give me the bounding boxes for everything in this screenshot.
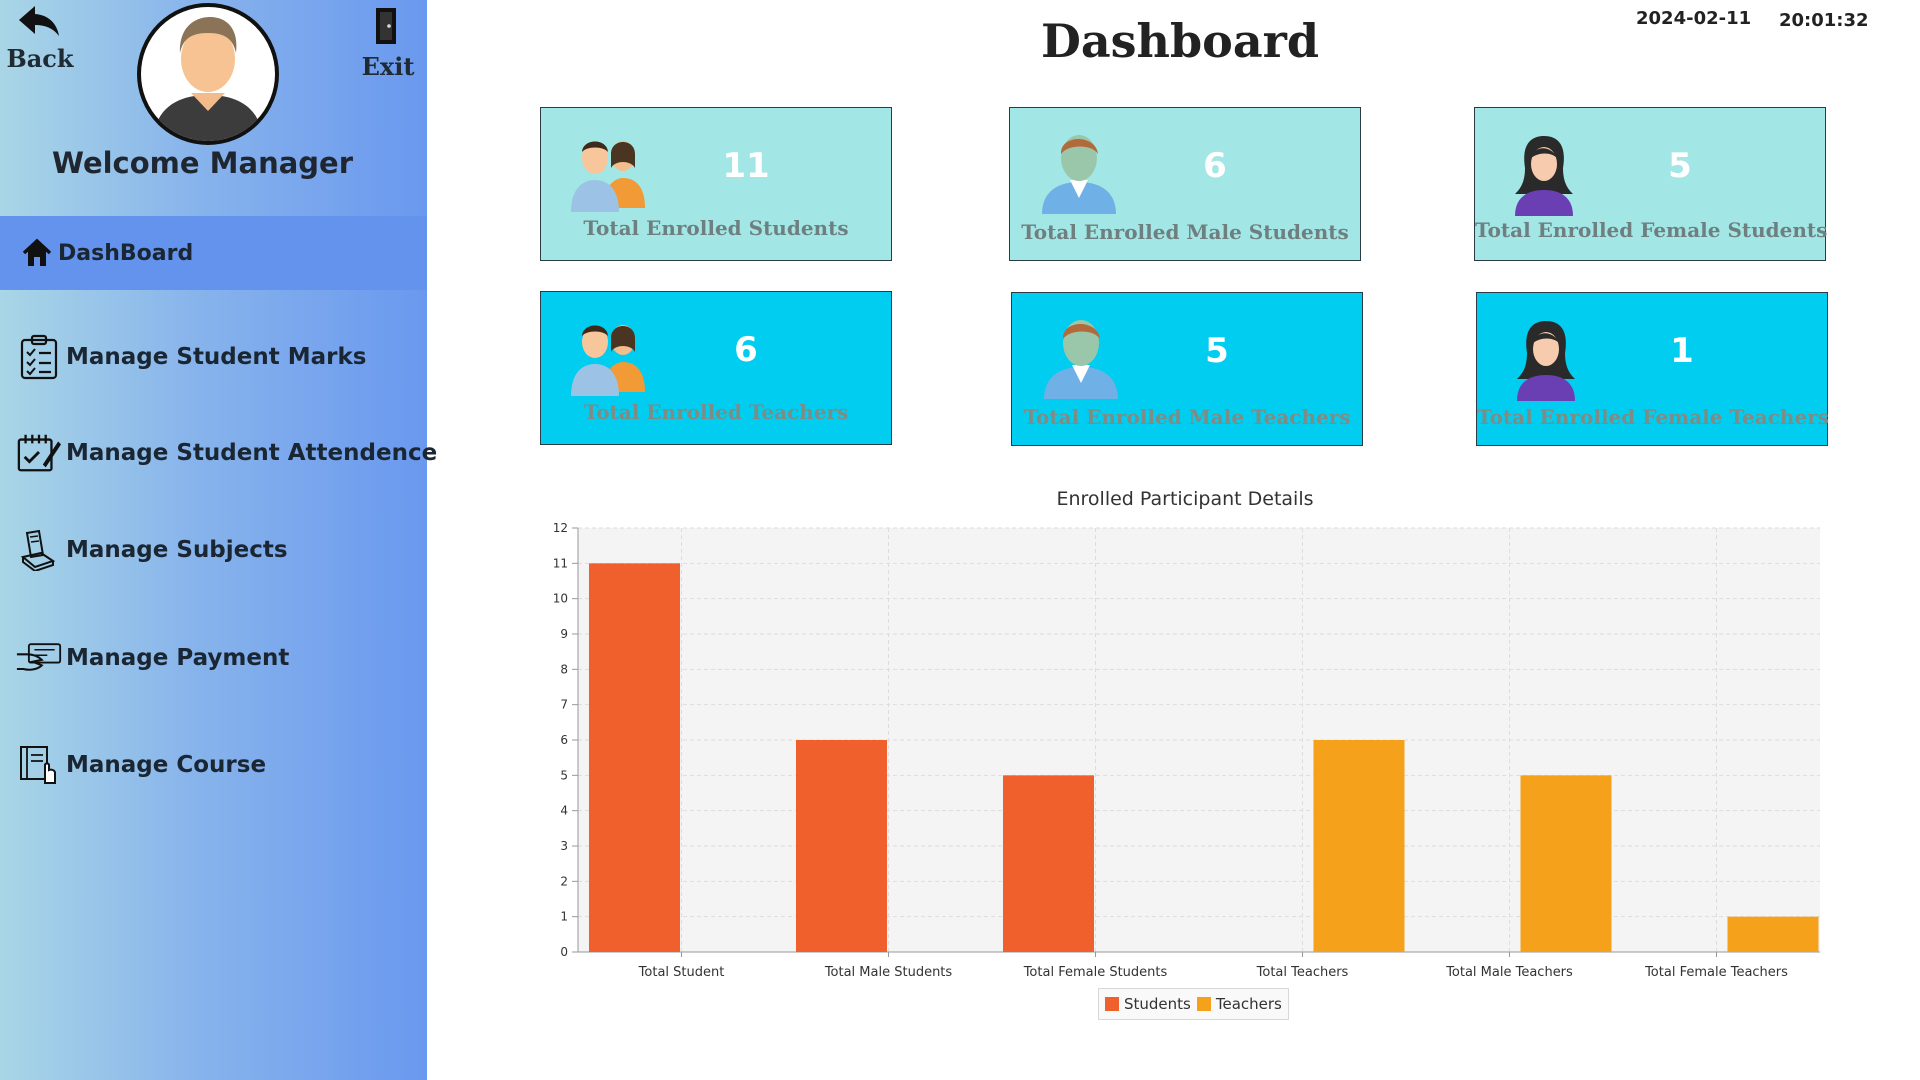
sidebar-item-label: Manage Student Attendence	[66, 440, 438, 466]
bar-teachers	[1727, 916, 1819, 952]
card-label: Total Enrolled Female Teachers	[1477, 405, 1829, 429]
bar-students	[589, 563, 680, 952]
chart-title: Enrolled Participant Details	[1056, 488, 1314, 510]
female-user-icon	[1499, 128, 1589, 218]
female-teachers-card[interactable]: 1 Total Enrolled Female Teachers	[1476, 292, 1829, 446]
back-label: Back	[6, 44, 74, 73]
back-button[interactable]: Back	[6, 4, 74, 73]
home-icon	[20, 230, 54, 276]
female-students-card[interactable]: 5 Total Enrolled Female Students	[1474, 107, 1828, 261]
avatar	[137, 3, 279, 145]
time-display: 20:01:32	[1779, 10, 1869, 31]
y-tick-label: 7	[560, 698, 568, 712]
card-value: 6	[734, 330, 758, 370]
total-teachers-card[interactable]: 6 Total Enrolled Teachers	[540, 291, 892, 445]
sidebar-item-label: Manage Subjects	[66, 537, 288, 563]
bar-teachers	[1313, 740, 1405, 952]
sidebar-item-student-attendance[interactable]: Manage Student Attendence	[0, 416, 437, 490]
sidebar-item-label: Manage Payment	[66, 645, 290, 671]
bar-teachers	[1520, 775, 1612, 952]
back-arrow-icon	[17, 4, 63, 44]
sidebar-item-dashboard[interactable]: DashBoard	[0, 216, 427, 290]
male-user-icon	[1034, 128, 1124, 218]
card-value: 5	[1668, 146, 1692, 186]
x-tick-label: Total Teachers	[1256, 965, 1349, 980]
legend-swatch-students	[1105, 997, 1119, 1011]
x-tick-label: Total Male Students	[824, 965, 953, 980]
attendance-pad-icon	[16, 430, 62, 476]
card-label: Total Enrolled Female Students	[1475, 218, 1828, 242]
male-teachers-card[interactable]: 5 Total Enrolled Male Teachers	[1011, 292, 1363, 446]
exit-label: Exit	[361, 52, 415, 81]
card-label: Total Enrolled Male Students	[1021, 220, 1349, 244]
welcome-text: Welcome Manager	[51, 146, 354, 180]
sidebar-item-payment[interactable]: Manage Payment	[0, 621, 427, 695]
y-tick-label: 12	[553, 521, 568, 535]
female-user-icon	[1501, 313, 1591, 403]
bar-chart: 0123456789101112Total Student Total Male …	[553, 521, 1820, 980]
y-tick-label: 10	[553, 592, 568, 606]
male-students-card[interactable]: 6 Total Enrolled Male Students	[1009, 107, 1361, 261]
sidebar-item-label: DashBoard	[58, 240, 194, 266]
chart-legend: Students Teachers	[1098, 988, 1289, 1020]
y-tick-label: 0	[560, 945, 568, 959]
x-tick-label: Total Student	[638, 965, 725, 980]
y-tick-label: 9	[560, 627, 568, 641]
legend-swatch-teachers	[1196, 997, 1211, 1011]
exit-button[interactable]: Exit	[358, 4, 418, 81]
sidebar-item-student-marks[interactable]: Manage Student Marks	[0, 320, 427, 394]
sidebar-item-course[interactable]: Manage Course	[0, 728, 427, 802]
y-tick-label: 6	[560, 733, 568, 747]
card-label: Total Enrolled Male Teachers	[1023, 405, 1351, 429]
x-tick-label: Total Female Students	[1023, 965, 1168, 980]
y-tick-label: 11	[553, 556, 568, 570]
y-tick-label: 2	[560, 874, 568, 888]
y-tick-label: 1	[560, 910, 568, 924]
bar-students	[796, 740, 887, 952]
legend-item-teachers: Teachers	[1196, 995, 1282, 1013]
card-value: 1	[1670, 331, 1694, 371]
bar-students	[1003, 775, 1094, 952]
y-tick-label: 8	[560, 662, 568, 676]
page-title: Dashboard	[1040, 14, 1320, 68]
total-students-card[interactable]: 11 Total Enrolled Students	[540, 107, 892, 261]
legend-label-students: Students	[1124, 995, 1191, 1013]
plot-background	[578, 528, 1820, 952]
y-tick-label: 4	[560, 804, 568, 818]
group-icon	[565, 128, 655, 218]
card-value: 11	[722, 146, 770, 186]
y-tick-label: 3	[560, 839, 568, 853]
x-tick-label: Total Male Teachers	[1445, 965, 1573, 980]
y-tick-label: 5	[560, 768, 568, 782]
course-book-icon	[16, 742, 62, 788]
card-value: 6	[1203, 146, 1227, 186]
sidebar-item-label: Manage Course	[66, 752, 267, 778]
door-exit-icon	[368, 4, 408, 52]
payment-hand-icon	[16, 635, 62, 681]
books-icon	[16, 527, 62, 573]
male-user-icon	[1036, 313, 1126, 403]
legend-label-teachers: Teachers	[1215, 995, 1282, 1013]
sidebar-item-label: Manage Student Marks	[66, 344, 367, 370]
sidebar-item-subjects[interactable]: Manage Subjects	[0, 513, 427, 587]
date-display: 2024-02-11	[1636, 8, 1752, 29]
group-icon	[565, 312, 655, 402]
card-value: 5	[1205, 331, 1229, 371]
card-label: Total Enrolled Students	[583, 216, 849, 240]
x-tick-label: Total Female Teachers	[1644, 965, 1788, 980]
sidebar: Back Exit Welcome Manager DashBoard Mana…	[0, 0, 437, 1080]
legend-item-students: Students	[1105, 995, 1191, 1013]
clipboard-checklist-icon	[16, 334, 62, 380]
card-label: Total Enrolled Teachers	[583, 400, 849, 424]
